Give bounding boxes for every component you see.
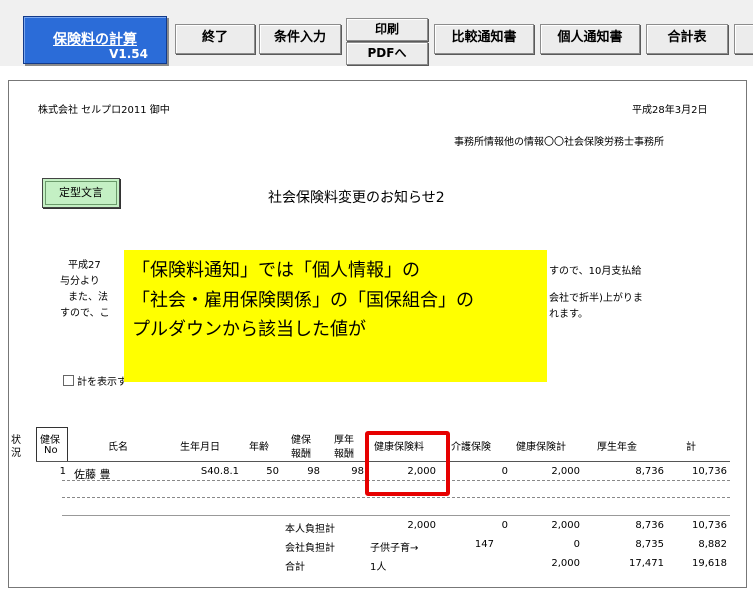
- table-bottom-rule: [62, 515, 730, 516]
- version-label: V1.54: [109, 47, 148, 61]
- hdr-kenpo-no-a: 健保: [40, 435, 60, 446]
- calc-title-button[interactable]: 保険料の計算 V1.54: [23, 16, 167, 64]
- annotation-line-3: プルダウンから該当した値が: [132, 319, 366, 340]
- title-label: 保険料の計算: [53, 32, 137, 48]
- company-health-total: 0: [573, 539, 580, 550]
- annotation-line-2: 「社会・雇用保険関係」の「国保組合」の: [132, 290, 474, 311]
- hdr-kenpo-b: 報酬: [291, 449, 311, 460]
- body-left-4: すので、こ: [60, 308, 110, 319]
- hdr-total: 計: [686, 442, 696, 453]
- employee-health-total: 2,000: [551, 520, 580, 531]
- persons-count: 1人: [370, 562, 387, 573]
- row-pension: 8,736: [635, 466, 664, 477]
- hdr-kenpo-a: 健保: [291, 435, 311, 446]
- company-pension: 8,735: [635, 539, 664, 550]
- row-health-total: 2,000: [551, 466, 580, 477]
- row-birth: S40.8.1: [200, 466, 239, 477]
- show-total-checkbox[interactable]: [63, 375, 74, 386]
- end-button[interactable]: 終了: [175, 24, 255, 54]
- document-heading: 社会保険料変更のお知らせ2: [268, 190, 445, 206]
- hdr-care-fee: 介護保険: [451, 442, 491, 453]
- body-left-3: また、法: [68, 292, 108, 303]
- grand-pension: 17,471: [629, 558, 664, 569]
- hdr-kenpo-no-b: No: [44, 445, 58, 456]
- show-total-label: 計を表示す: [77, 377, 127, 388]
- grand-total-label: 合計: [285, 562, 305, 573]
- annotation-callout: 「保険料通知」では「個人情報」の 「社会・雇用保険関係」の「国保組合」の プルダ…: [124, 250, 547, 382]
- grand-health-total: 2,000: [551, 558, 580, 569]
- row-total: 10,736: [692, 466, 727, 477]
- company-total-label: 会社負担計: [285, 543, 335, 554]
- employee-care-fee: 0: [501, 520, 508, 531]
- template-text-button[interactable]: 定型文言: [42, 178, 120, 208]
- hdr-name: 氏名: [108, 442, 128, 453]
- hdr-kounen-a: 厚年: [334, 435, 354, 446]
- health-fee-highlight: [365, 431, 450, 496]
- hdr-age: 年齢: [249, 442, 269, 453]
- employee-pension: 8,736: [635, 520, 664, 531]
- company-care-fee: 147: [474, 539, 494, 550]
- pdf-button[interactable]: PDFへ: [346, 42, 428, 65]
- recipient: 株式会社 セルプロ2011 御中: [38, 105, 170, 116]
- hdr-kounen-b: 報酬: [334, 449, 354, 460]
- sender-info: 事務所情報他の情報〇〇社会保険労務士事務所: [454, 137, 664, 148]
- more-button[interactable]: [734, 24, 753, 54]
- grand-total: 19,618: [692, 558, 727, 569]
- hdr-pension: 厚生年金: [597, 442, 637, 453]
- empty-row-rule: [62, 497, 730, 498]
- body-right-2: 会社で折半)上がりま: [549, 293, 643, 304]
- company-total: 8,882: [698, 539, 727, 550]
- row-care-fee: 0: [501, 466, 508, 477]
- row-age: 50: [266, 466, 279, 477]
- total-table-button[interactable]: 合計表: [646, 24, 728, 54]
- employee-total: 10,736: [692, 520, 727, 531]
- personal-notice-button[interactable]: 個人通知書: [540, 24, 640, 54]
- row-kounen: 98: [351, 466, 364, 477]
- annotation-line-1: 「保険料通知」では「個人情報」の: [132, 260, 420, 281]
- body-right-3: れます。: [549, 309, 588, 320]
- print-button[interactable]: 印刷: [346, 18, 428, 41]
- employee-total-label: 本人負担計: [285, 524, 335, 535]
- employee-health-fee: 2,000: [407, 520, 436, 531]
- compare-notice-button[interactable]: 比較通知書: [434, 24, 534, 54]
- row-no: 1: [59, 466, 66, 477]
- body-left-2: 与分より: [60, 276, 100, 287]
- hdr-health-total: 健康保険計: [516, 442, 566, 453]
- template-text-label: 定型文言: [59, 186, 103, 199]
- row-kenpo: 98: [307, 466, 320, 477]
- body-left-1: 平成27: [68, 260, 101, 271]
- hdr-status-b: 況: [11, 448, 21, 459]
- issue-date: 平成28年3月2日: [632, 105, 708, 116]
- conditions-button[interactable]: 条件入力: [259, 24, 341, 54]
- kodomo-label: 子供子育→: [370, 543, 419, 554]
- hdr-birth: 生年月日: [180, 442, 220, 453]
- body-right-1: すので、10月支払給: [549, 266, 642, 277]
